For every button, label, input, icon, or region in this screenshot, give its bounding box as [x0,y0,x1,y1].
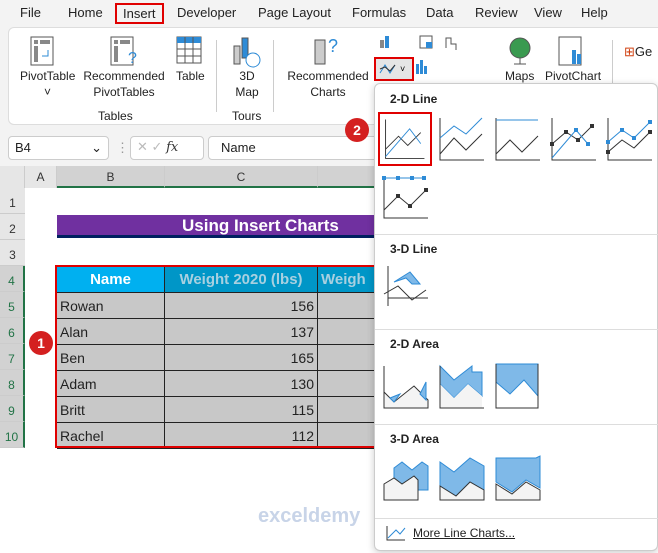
tab-page-layout[interactable]: Page Layout [258,5,331,20]
tab-developer[interactable]: Developer [177,5,236,20]
row-header[interactable]: 2 [0,214,25,240]
3d-line-option[interactable] [382,264,432,314]
row-header[interactable]: 9 [0,396,25,422]
svg-text:?: ? [328,36,338,56]
100-stacked-line-option[interactable] [494,114,544,164]
3d-map-button[interactable]: 3D Map [230,68,264,100]
recommended-pivottables-icon: ? [110,36,137,66]
sheet-title: Using Insert Charts [57,215,377,238]
stacked-area-option[interactable] [438,362,488,412]
selection-highlight [55,265,377,448]
table-button[interactable]: Table [176,68,205,84]
pivotchart-icon [558,36,582,66]
tab-formulas[interactable]: Formulas [352,5,406,20]
row-header[interactable]: 3 [0,240,25,266]
section-2d-area: 2-D Area [390,337,439,351]
3d-100-stacked-area-option[interactable] [494,454,544,504]
line-chart-option[interactable] [378,112,432,166]
row-header[interactable]: 7 [0,344,25,370]
3d-stacked-area-option[interactable] [438,454,488,504]
area-option[interactable] [382,362,432,412]
table-icon [176,36,202,64]
watermark: exceldemy [258,505,361,527]
tab-data[interactable]: Data [426,5,453,20]
more-line-charts-link[interactable]: More Line Charts... [413,526,515,540]
pivottable-button[interactable]: PivotTable [20,68,75,84]
fx-icon[interactable]: fx [166,140,178,155]
formula-buttons: ✕ ✓ fx [130,136,204,160]
tab-insert[interactable]: Insert [115,3,164,24]
3d-area-option[interactable] [382,454,432,504]
name-box[interactable]: B4 ⌄ [8,136,109,160]
recommended-charts-icon: ? [314,36,338,65]
enter-icon[interactable]: ✓ [152,139,163,154]
pivottable-icon [30,36,54,66]
tab-help[interactable]: Help [581,5,608,20]
svg-text:˅: ˅ [400,64,405,74]
row-header[interactable]: 10 [0,422,25,448]
step-badge-2: 2 [345,118,369,142]
recommended-charts-button[interactable]: Recommended Charts [286,68,370,100]
tab-file[interactable]: File [20,5,41,20]
cancel-icon[interactable]: ✕ [137,139,148,154]
section-3d-line: 3-D Line [390,242,438,256]
tab-review[interactable]: Review [475,5,518,20]
row-header[interactable]: 1 [0,188,25,214]
maps-button[interactable]: Maps [505,68,534,84]
row-header[interactable]: 4 [0,266,25,292]
section-3d-area: 3-D Area [390,432,439,446]
group-tours-label: Tours [232,109,262,123]
line-chart-dropdown: 2-D Line 3-D Line 2-D Area 3-D Area More… [374,83,658,551]
line-with-markers-option[interactable] [550,114,600,164]
row-header[interactable]: 6 [0,318,25,344]
row-header[interactable]: 8 [0,370,25,396]
column-header-b[interactable]: B [57,166,165,188]
get-addins-button[interactable]: ⊞Ge [624,44,652,60]
section-2d-line: 2-D Line [390,92,438,106]
column-header-a[interactable]: A [25,166,57,188]
stacked-line-markers-option[interactable] [606,114,656,164]
recommended-pivottables-button[interactable]: Recommended PivotTables [82,68,166,100]
line-chart-dropdown-button[interactable]: ˅ [374,57,414,81]
stacked-line-option[interactable] [438,114,488,164]
group-tables-label: Tables [98,109,133,123]
select-all[interactable] [0,166,25,188]
column-header-d[interactable] [318,166,378,188]
tab-home[interactable]: Home [68,5,103,20]
pivotchart-button[interactable]: PivotChart [545,68,601,84]
row-header[interactable]: 5 [0,292,25,318]
more-charts-icon [386,526,406,541]
tab-view[interactable]: View [534,5,562,20]
step-badge-1: 1 [29,331,53,355]
svg-text:?: ? [128,50,137,66]
maps-icon [509,37,531,65]
100-stacked-area-option[interactable] [494,362,544,412]
3d-map-icon [233,37,261,68]
100-stacked-line-markers-option[interactable] [382,172,432,222]
column-header-c[interactable]: C [165,166,318,188]
